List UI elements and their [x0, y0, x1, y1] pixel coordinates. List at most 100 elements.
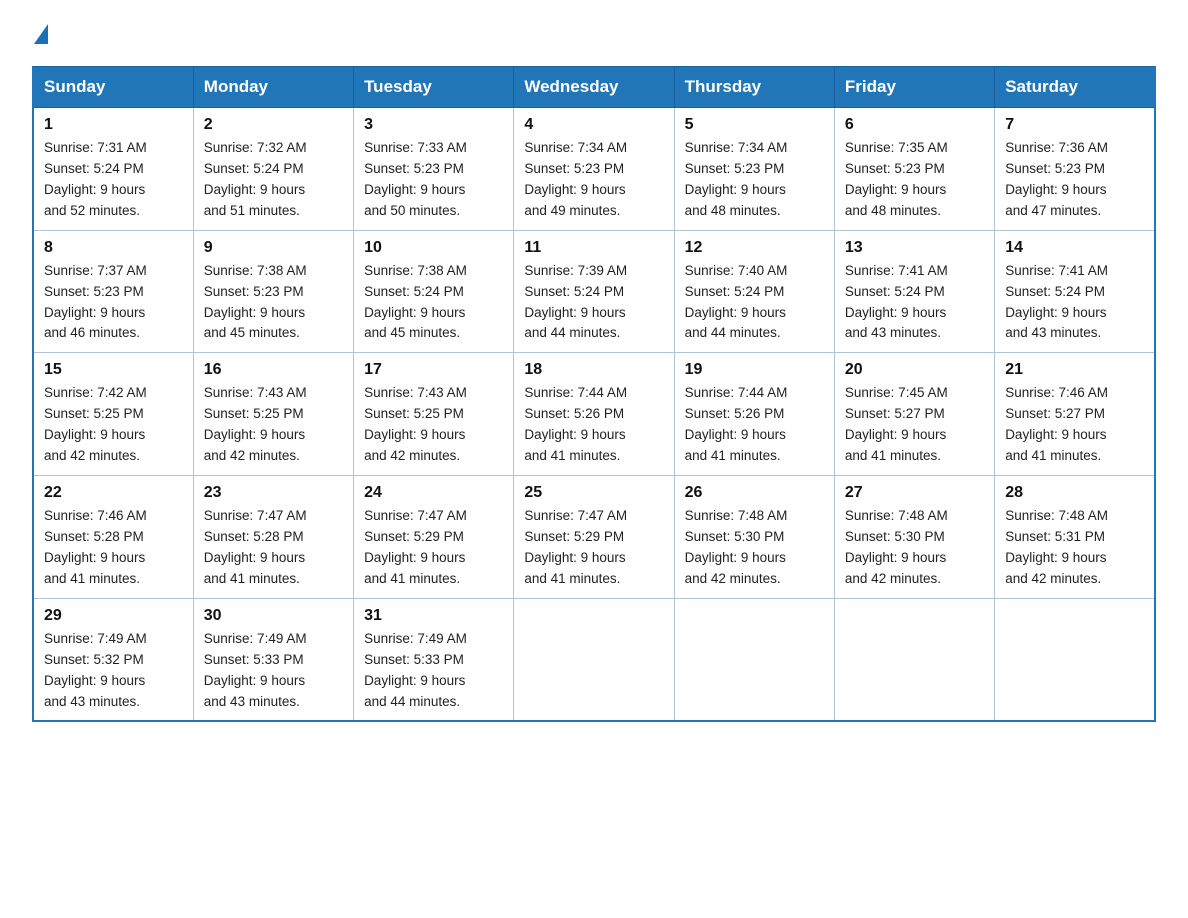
calendar-week-row: 22 Sunrise: 7:46 AMSunset: 5:28 PMDayligh… [33, 476, 1155, 599]
calendar-cell: 13 Sunrise: 7:41 AMSunset: 5:24 PMDayligh… [834, 230, 994, 353]
day-info: Sunrise: 7:38 AMSunset: 5:23 PMDaylight:… [204, 261, 343, 345]
calendar-cell: 26 Sunrise: 7:48 AMSunset: 5:30 PMDayligh… [674, 476, 834, 599]
calendar-cell: 4Sunrise: 7:34 AMSunset: 5:23 PMDaylight… [514, 108, 674, 231]
day-number: 8 [44, 239, 183, 257]
day-info: Sunrise: 7:32 AMSunset: 5:24 PMDaylight:… [204, 138, 343, 222]
day-number: 28 [1005, 484, 1144, 502]
day-number: 18 [524, 361, 663, 379]
calendar-cell: 15Sunrise: 7:42 AMSunset: 5:25 PMDayligh… [33, 353, 193, 476]
calendar-cell: 8 Sunrise: 7:37 AMSunset: 5:23 PMDaylight… [33, 230, 193, 353]
day-info: Sunrise: 7:43 AMSunset: 5:25 PMDaylight:… [204, 383, 343, 467]
calendar-cell: 9Sunrise: 7:38 AMSunset: 5:23 PMDaylight… [193, 230, 353, 353]
calendar-cell: 31 Sunrise: 7:49 AMSunset: 5:33 PMDayligh… [354, 598, 514, 721]
calendar-cell: 29Sunrise: 7:49 AMSunset: 5:32 PMDayligh… [33, 598, 193, 721]
day-number: 5 [685, 116, 824, 134]
day-info: Sunrise: 7:45 AMSunset: 5:27 PMDaylight:… [845, 383, 984, 467]
day-info: Sunrise: 7:46 AMSunset: 5:28 PMDaylight:… [44, 506, 183, 590]
calendar-week-row: 29Sunrise: 7:49 AMSunset: 5:32 PMDayligh… [33, 598, 1155, 721]
calendar-cell: 16 Sunrise: 7:43 AMSunset: 5:25 PMDayligh… [193, 353, 353, 476]
col-header-sunday: Sunday [33, 67, 193, 108]
calendar-header-row: SundayMondayTuesdayWednesdayThursdayFrid… [33, 67, 1155, 108]
day-number: 29 [44, 607, 183, 625]
day-info: Sunrise: 7:48 AMSunset: 5:30 PMDaylight:… [845, 506, 984, 590]
day-info: Sunrise: 7:47 AMSunset: 5:29 PMDaylight:… [524, 506, 663, 590]
col-header-friday: Friday [834, 67, 994, 108]
page-header [32, 24, 1156, 48]
calendar-cell: 7 Sunrise: 7:36 AMSunset: 5:23 PMDaylight… [995, 108, 1155, 231]
calendar-cell: 10Sunrise: 7:38 AMSunset: 5:24 PMDayligh… [354, 230, 514, 353]
calendar-cell: 11Sunrise: 7:39 AMSunset: 5:24 PMDayligh… [514, 230, 674, 353]
calendar-cell: 3 Sunrise: 7:33 AMSunset: 5:23 PMDaylight… [354, 108, 514, 231]
calendar-cell: 2 Sunrise: 7:32 AMSunset: 5:24 PMDaylight… [193, 108, 353, 231]
day-info: Sunrise: 7:34 AMSunset: 5:23 PMDaylight:… [524, 138, 663, 222]
day-info: Sunrise: 7:42 AMSunset: 5:25 PMDaylight:… [44, 383, 183, 467]
calendar-cell: 21Sunrise: 7:46 AMSunset: 5:27 PMDayligh… [995, 353, 1155, 476]
day-info: Sunrise: 7:46 AMSunset: 5:27 PMDaylight:… [1005, 383, 1144, 467]
day-number: 10 [364, 239, 503, 257]
day-info: Sunrise: 7:34 AMSunset: 5:23 PMDaylight:… [685, 138, 824, 222]
day-info: Sunrise: 7:47 AMSunset: 5:28 PMDaylight:… [204, 506, 343, 590]
day-info: Sunrise: 7:49 AMSunset: 5:33 PMDaylight:… [364, 629, 503, 713]
day-number: 6 [845, 116, 984, 134]
calendar-cell: 25Sunrise: 7:47 AMSunset: 5:29 PMDayligh… [514, 476, 674, 599]
day-number: 26 [685, 484, 824, 502]
day-number: 17 [364, 361, 503, 379]
calendar-cell: 6 Sunrise: 7:35 AMSunset: 5:23 PMDaylight… [834, 108, 994, 231]
day-number: 13 [845, 239, 984, 257]
day-info: Sunrise: 7:40 AMSunset: 5:24 PMDaylight:… [685, 261, 824, 345]
day-info: Sunrise: 7:48 AMSunset: 5:30 PMDaylight:… [685, 506, 824, 590]
logo [32, 24, 48, 48]
calendar-week-row: 15Sunrise: 7:42 AMSunset: 5:25 PMDayligh… [33, 353, 1155, 476]
day-number: 24 [364, 484, 503, 502]
calendar-cell: 22 Sunrise: 7:46 AMSunset: 5:28 PMDayligh… [33, 476, 193, 599]
logo-text [32, 24, 48, 46]
day-number: 23 [204, 484, 343, 502]
calendar-cell: 14Sunrise: 7:41 AMSunset: 5:24 PMDayligh… [995, 230, 1155, 353]
calendar-cell: 24 Sunrise: 7:47 AMSunset: 5:29 PMDayligh… [354, 476, 514, 599]
day-number: 22 [44, 484, 183, 502]
calendar-cell [995, 598, 1155, 721]
col-header-wednesday: Wednesday [514, 67, 674, 108]
day-number: 20 [845, 361, 984, 379]
calendar-cell: 27 Sunrise: 7:48 AMSunset: 5:30 PMDayligh… [834, 476, 994, 599]
day-info: Sunrise: 7:43 AMSunset: 5:25 PMDaylight:… [364, 383, 503, 467]
calendar-week-row: 1Sunrise: 7:31 AMSunset: 5:24 PMDaylight… [33, 108, 1155, 231]
day-info: Sunrise: 7:33 AMSunset: 5:23 PMDaylight:… [364, 138, 503, 222]
calendar-cell: 30 Sunrise: 7:49 AMSunset: 5:33 PMDayligh… [193, 598, 353, 721]
day-number: 19 [685, 361, 824, 379]
day-info: Sunrise: 7:44 AMSunset: 5:26 PMDaylight:… [524, 383, 663, 467]
calendar-week-row: 8 Sunrise: 7:37 AMSunset: 5:23 PMDaylight… [33, 230, 1155, 353]
day-info: Sunrise: 7:49 AMSunset: 5:33 PMDaylight:… [204, 629, 343, 713]
col-header-thursday: Thursday [674, 67, 834, 108]
calendar-cell [674, 598, 834, 721]
calendar-cell: 20 Sunrise: 7:45 AMSunset: 5:27 PMDayligh… [834, 353, 994, 476]
day-number: 7 [1005, 116, 1144, 134]
calendar-cell: 1Sunrise: 7:31 AMSunset: 5:24 PMDaylight… [33, 108, 193, 231]
calendar-cell: 18 Sunrise: 7:44 AMSunset: 5:26 PMDayligh… [514, 353, 674, 476]
day-number: 31 [364, 607, 503, 625]
calendar-cell: 12 Sunrise: 7:40 AMSunset: 5:24 PMDayligh… [674, 230, 834, 353]
day-number: 27 [845, 484, 984, 502]
day-number: 11 [524, 239, 663, 257]
calendar-cell: 5 Sunrise: 7:34 AMSunset: 5:23 PMDaylight… [674, 108, 834, 231]
day-info: Sunrise: 7:31 AMSunset: 5:24 PMDaylight:… [44, 138, 183, 222]
day-info: Sunrise: 7:37 AMSunset: 5:23 PMDaylight:… [44, 261, 183, 345]
day-info: Sunrise: 7:41 AMSunset: 5:24 PMDaylight:… [845, 261, 984, 345]
day-info: Sunrise: 7:47 AMSunset: 5:29 PMDaylight:… [364, 506, 503, 590]
day-info: Sunrise: 7:36 AMSunset: 5:23 PMDaylight:… [1005, 138, 1144, 222]
day-number: 2 [204, 116, 343, 134]
calendar-cell [834, 598, 994, 721]
day-number: 16 [204, 361, 343, 379]
day-number: 12 [685, 239, 824, 257]
day-number: 30 [204, 607, 343, 625]
calendar-cell: 19Sunrise: 7:44 AMSunset: 5:26 PMDayligh… [674, 353, 834, 476]
col-header-monday: Monday [193, 67, 353, 108]
day-number: 14 [1005, 239, 1144, 257]
calendar-cell: 17 Sunrise: 7:43 AMSunset: 5:25 PMDayligh… [354, 353, 514, 476]
col-header-saturday: Saturday [995, 67, 1155, 108]
day-info: Sunrise: 7:35 AMSunset: 5:23 PMDaylight:… [845, 138, 984, 222]
calendar-cell: 23 Sunrise: 7:47 AMSunset: 5:28 PMDayligh… [193, 476, 353, 599]
calendar-table: SundayMondayTuesdayWednesdayThursdayFrid… [32, 66, 1156, 722]
logo-triangle-icon [34, 24, 48, 44]
day-number: 3 [364, 116, 503, 134]
